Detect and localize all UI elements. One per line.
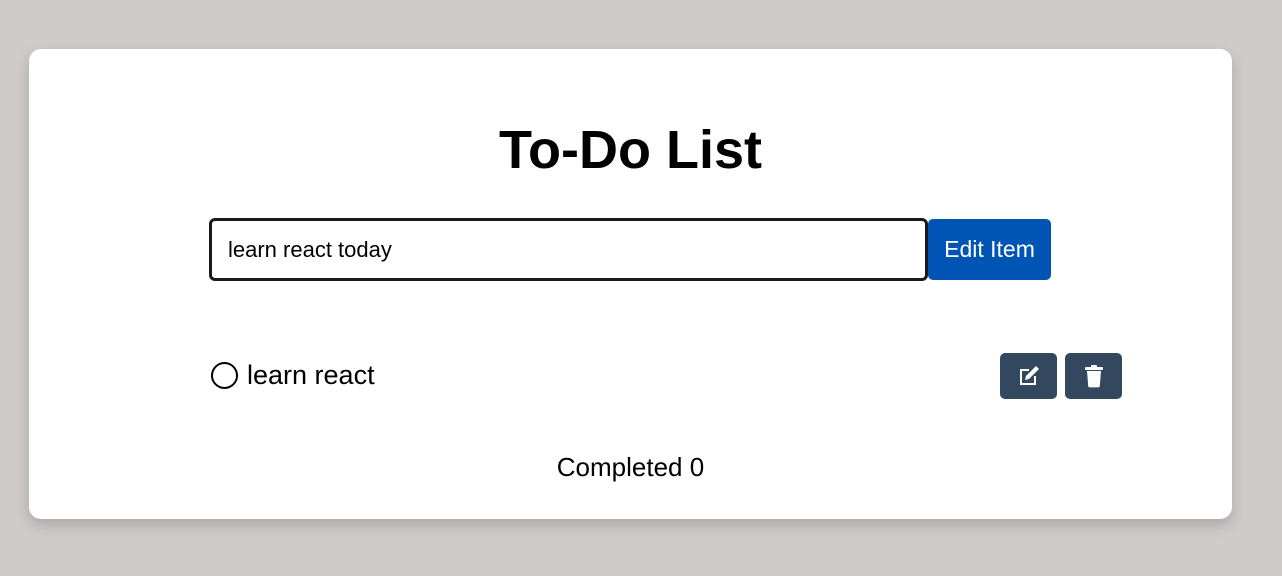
completed-count: Completed 0 <box>556 452 705 482</box>
item-actions <box>1000 352 1122 399</box>
delete-button[interactable] <box>1065 352 1122 399</box>
item-input[interactable] <box>209 218 928 281</box>
item-form: Edit Item <box>209 218 1051 281</box>
list-item: learn react <box>211 352 1122 399</box>
item-text: learn react <box>247 360 375 390</box>
todo-card: To-Do List Edit Item learn react Com <box>29 49 1232 519</box>
page-title: To-Do List <box>499 120 762 180</box>
edit-item-button[interactable]: Edit Item <box>928 219 1051 280</box>
edit-button[interactable] <box>1000 352 1057 399</box>
trash-icon <box>1084 364 1103 387</box>
complete-toggle-circle[interactable] <box>211 362 238 389</box>
edit-icon <box>1019 365 1039 385</box>
